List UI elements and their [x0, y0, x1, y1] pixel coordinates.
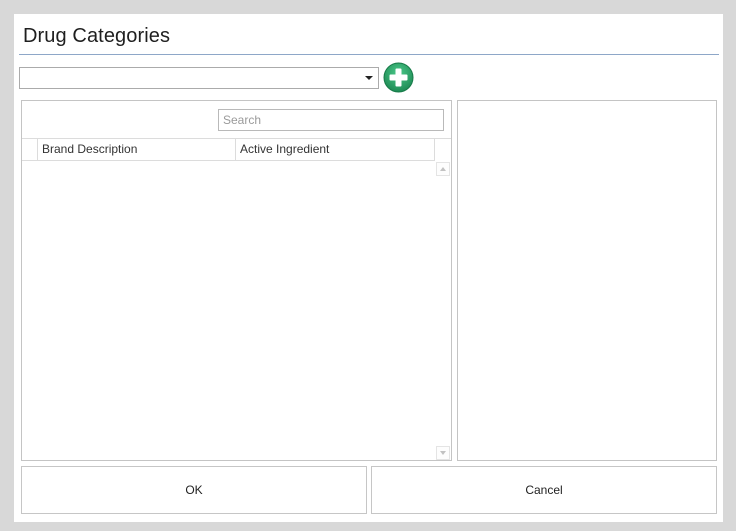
grid-header: Brand Description Active Ingredient — [22, 138, 451, 161]
dialog-title: Drug Categories — [23, 25, 171, 47]
add-category-button[interactable] — [383, 62, 414, 93]
search-box[interactable] — [218, 109, 444, 131]
ok-button[interactable]: OK — [21, 466, 367, 514]
scroll-down-icon[interactable] — [436, 446, 450, 460]
header-scroll-spacer — [435, 139, 451, 160]
row-indicator-header — [22, 139, 38, 160]
scroll-up-icon[interactable] — [436, 162, 450, 176]
title-divider — [19, 54, 719, 55]
category-detail-panel — [457, 100, 717, 461]
drug-categories-dialog: Drug Categories Brand Description Active… — [14, 14, 723, 522]
category-dropdown[interactable] — [19, 67, 379, 89]
drug-list-panel: Brand Description Active Ingredient — [21, 100, 452, 461]
search-input[interactable] — [223, 111, 433, 129]
vertical-scrollbar[interactable] — [435, 160, 451, 460]
column-header-brand-description[interactable]: Brand Description — [38, 139, 236, 160]
cancel-button[interactable]: Cancel — [371, 466, 717, 514]
chevron-down-icon[interactable] — [365, 76, 373, 80]
plus-circle-icon — [383, 62, 414, 93]
column-header-active-ingredient[interactable]: Active Ingredient — [236, 139, 435, 160]
